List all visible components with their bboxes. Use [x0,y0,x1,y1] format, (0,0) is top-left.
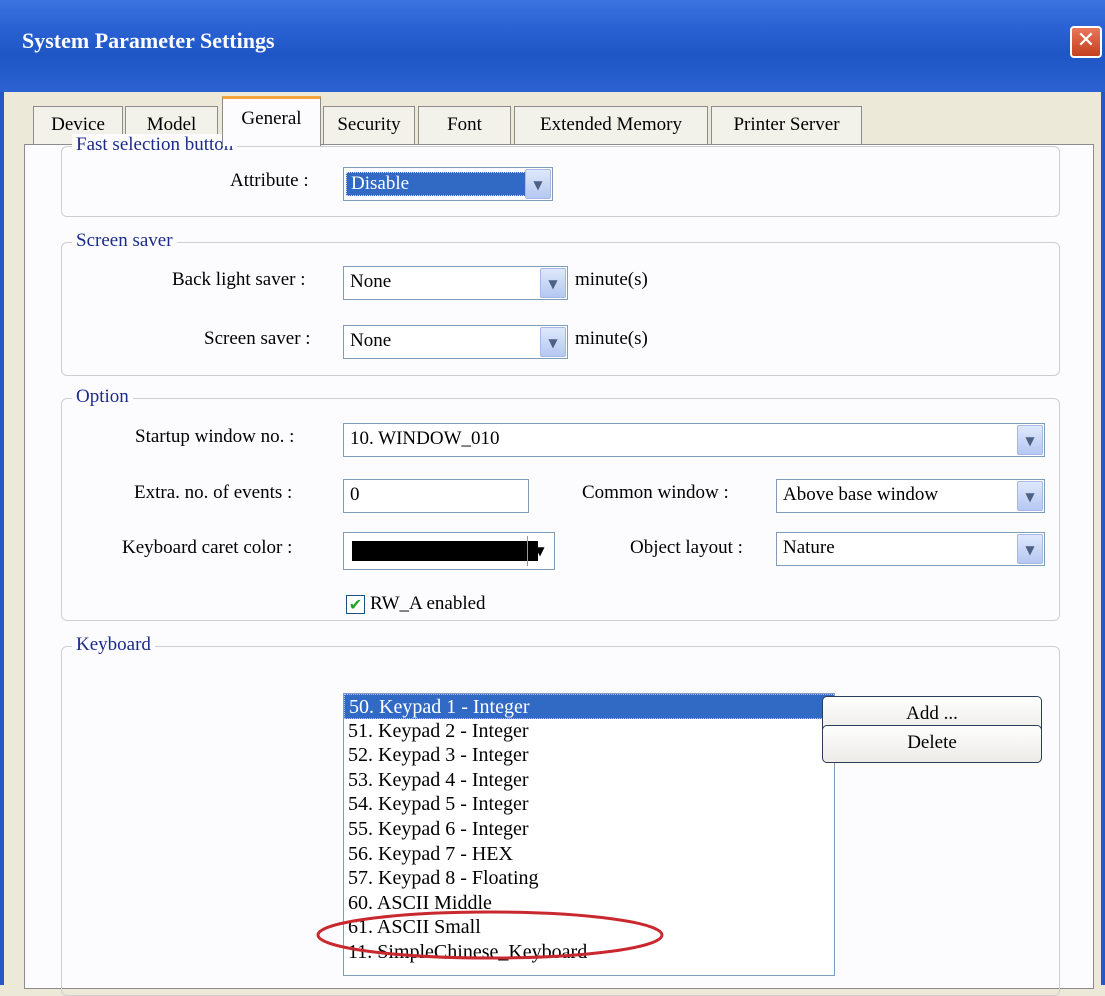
screen-saver-select[interactable]: None ▼ [343,325,568,359]
tab-security[interactable]: Security [323,106,415,144]
fast-selection-group [61,146,1060,217]
backlight-saver-value: None [350,271,392,292]
caret-color-label: Keyboard caret color : [122,537,293,558]
delete-keyboard-button[interactable]: Delete [822,725,1042,763]
close-icon[interactable]: ✕ [1070,26,1102,58]
tab-extended-memory[interactable]: Extended Memory [514,106,708,144]
object-layout-label: Object layout : [630,537,743,558]
common-window-select[interactable]: Above base window ▼ [776,479,1045,513]
annotation-ellipse [316,910,664,960]
backlight-saver-label: Back light saver : [172,269,306,290]
tab-font[interactable]: Font [418,106,511,144]
backlight-saver-select[interactable]: None ▼ [343,266,568,300]
rw-a-label: RW_A enabled [370,593,486,614]
list-item[interactable]: 50. Keypad 1 - Integer [344,694,834,719]
list-item[interactable]: 57. Keypad 8 - Floating [344,866,834,891]
startup-window-value: 10. WINDOW_010 [350,428,500,449]
fast-selection-legend: Fast selection button [72,134,238,156]
window-border-right [1101,92,1105,985]
tab-general[interactable]: General [222,96,321,146]
keyboard-legend: Keyboard [72,634,155,656]
list-item[interactable]: 54. Keypad 5 - Integer [344,792,834,817]
list-item[interactable]: 51. Keypad 2 - Integer [344,719,834,744]
chevron-down-icon[interactable]: ▼ [540,268,566,298]
chevron-down-icon[interactable]: ▼ [1017,481,1043,511]
window-border-left [0,92,4,985]
list-item[interactable]: 56. Keypad 7 - HEX [344,842,834,867]
tab-printer-server[interactable]: Printer Server [711,106,862,144]
extra-events-value: 0 [350,484,360,505]
backlight-unit: minute(s) [575,269,648,290]
option-legend: Option [72,386,133,408]
chevron-down-icon[interactable]: ▼ [1017,425,1043,455]
extra-events-input[interactable]: 0 [343,479,529,513]
chevron-down-icon[interactable]: ▼ [525,169,551,199]
caret-color-swatch [352,541,538,561]
common-window-value: Above base window [783,484,939,505]
list-item[interactable]: 55. Keypad 6 - Integer [344,817,834,842]
startup-window-select[interactable]: 10. WINDOW_010 ▼ [343,423,1045,457]
screen-saver-legend: Screen saver [72,230,177,252]
startup-window-label: Startup window no. : [135,426,295,447]
attribute-label: Attribute : [230,170,309,191]
screen-saver-label: Screen saver : [204,328,311,349]
attribute-select[interactable]: Disable ▼ [343,167,553,201]
chevron-down-icon[interactable]: ▼ [1017,534,1043,564]
object-layout-value: Nature [783,537,835,558]
window-title: System Parameter Settings [22,28,275,53]
screen-saver-unit: minute(s) [575,328,648,349]
screen-saver-value: None [350,330,392,351]
list-item[interactable]: 53. Keypad 4 - Integer [344,768,834,793]
extra-events-label: Extra. no. of events : [134,482,293,503]
list-item[interactable]: 52. Keypad 3 - Integer [344,743,834,768]
chevron-down-icon[interactable]: ▼ [527,536,552,566]
caret-color-picker[interactable]: ▼ [343,532,555,570]
title-bar: System Parameter Settings ✕ [0,0,1105,92]
chevron-down-icon[interactable]: ▼ [540,327,566,357]
rw-a-checkbox[interactable]: ✔ [346,595,365,614]
attribute-value: Disable [346,172,526,196]
object-layout-select[interactable]: Nature ▼ [776,532,1045,566]
common-window-label: Common window : [582,482,729,503]
